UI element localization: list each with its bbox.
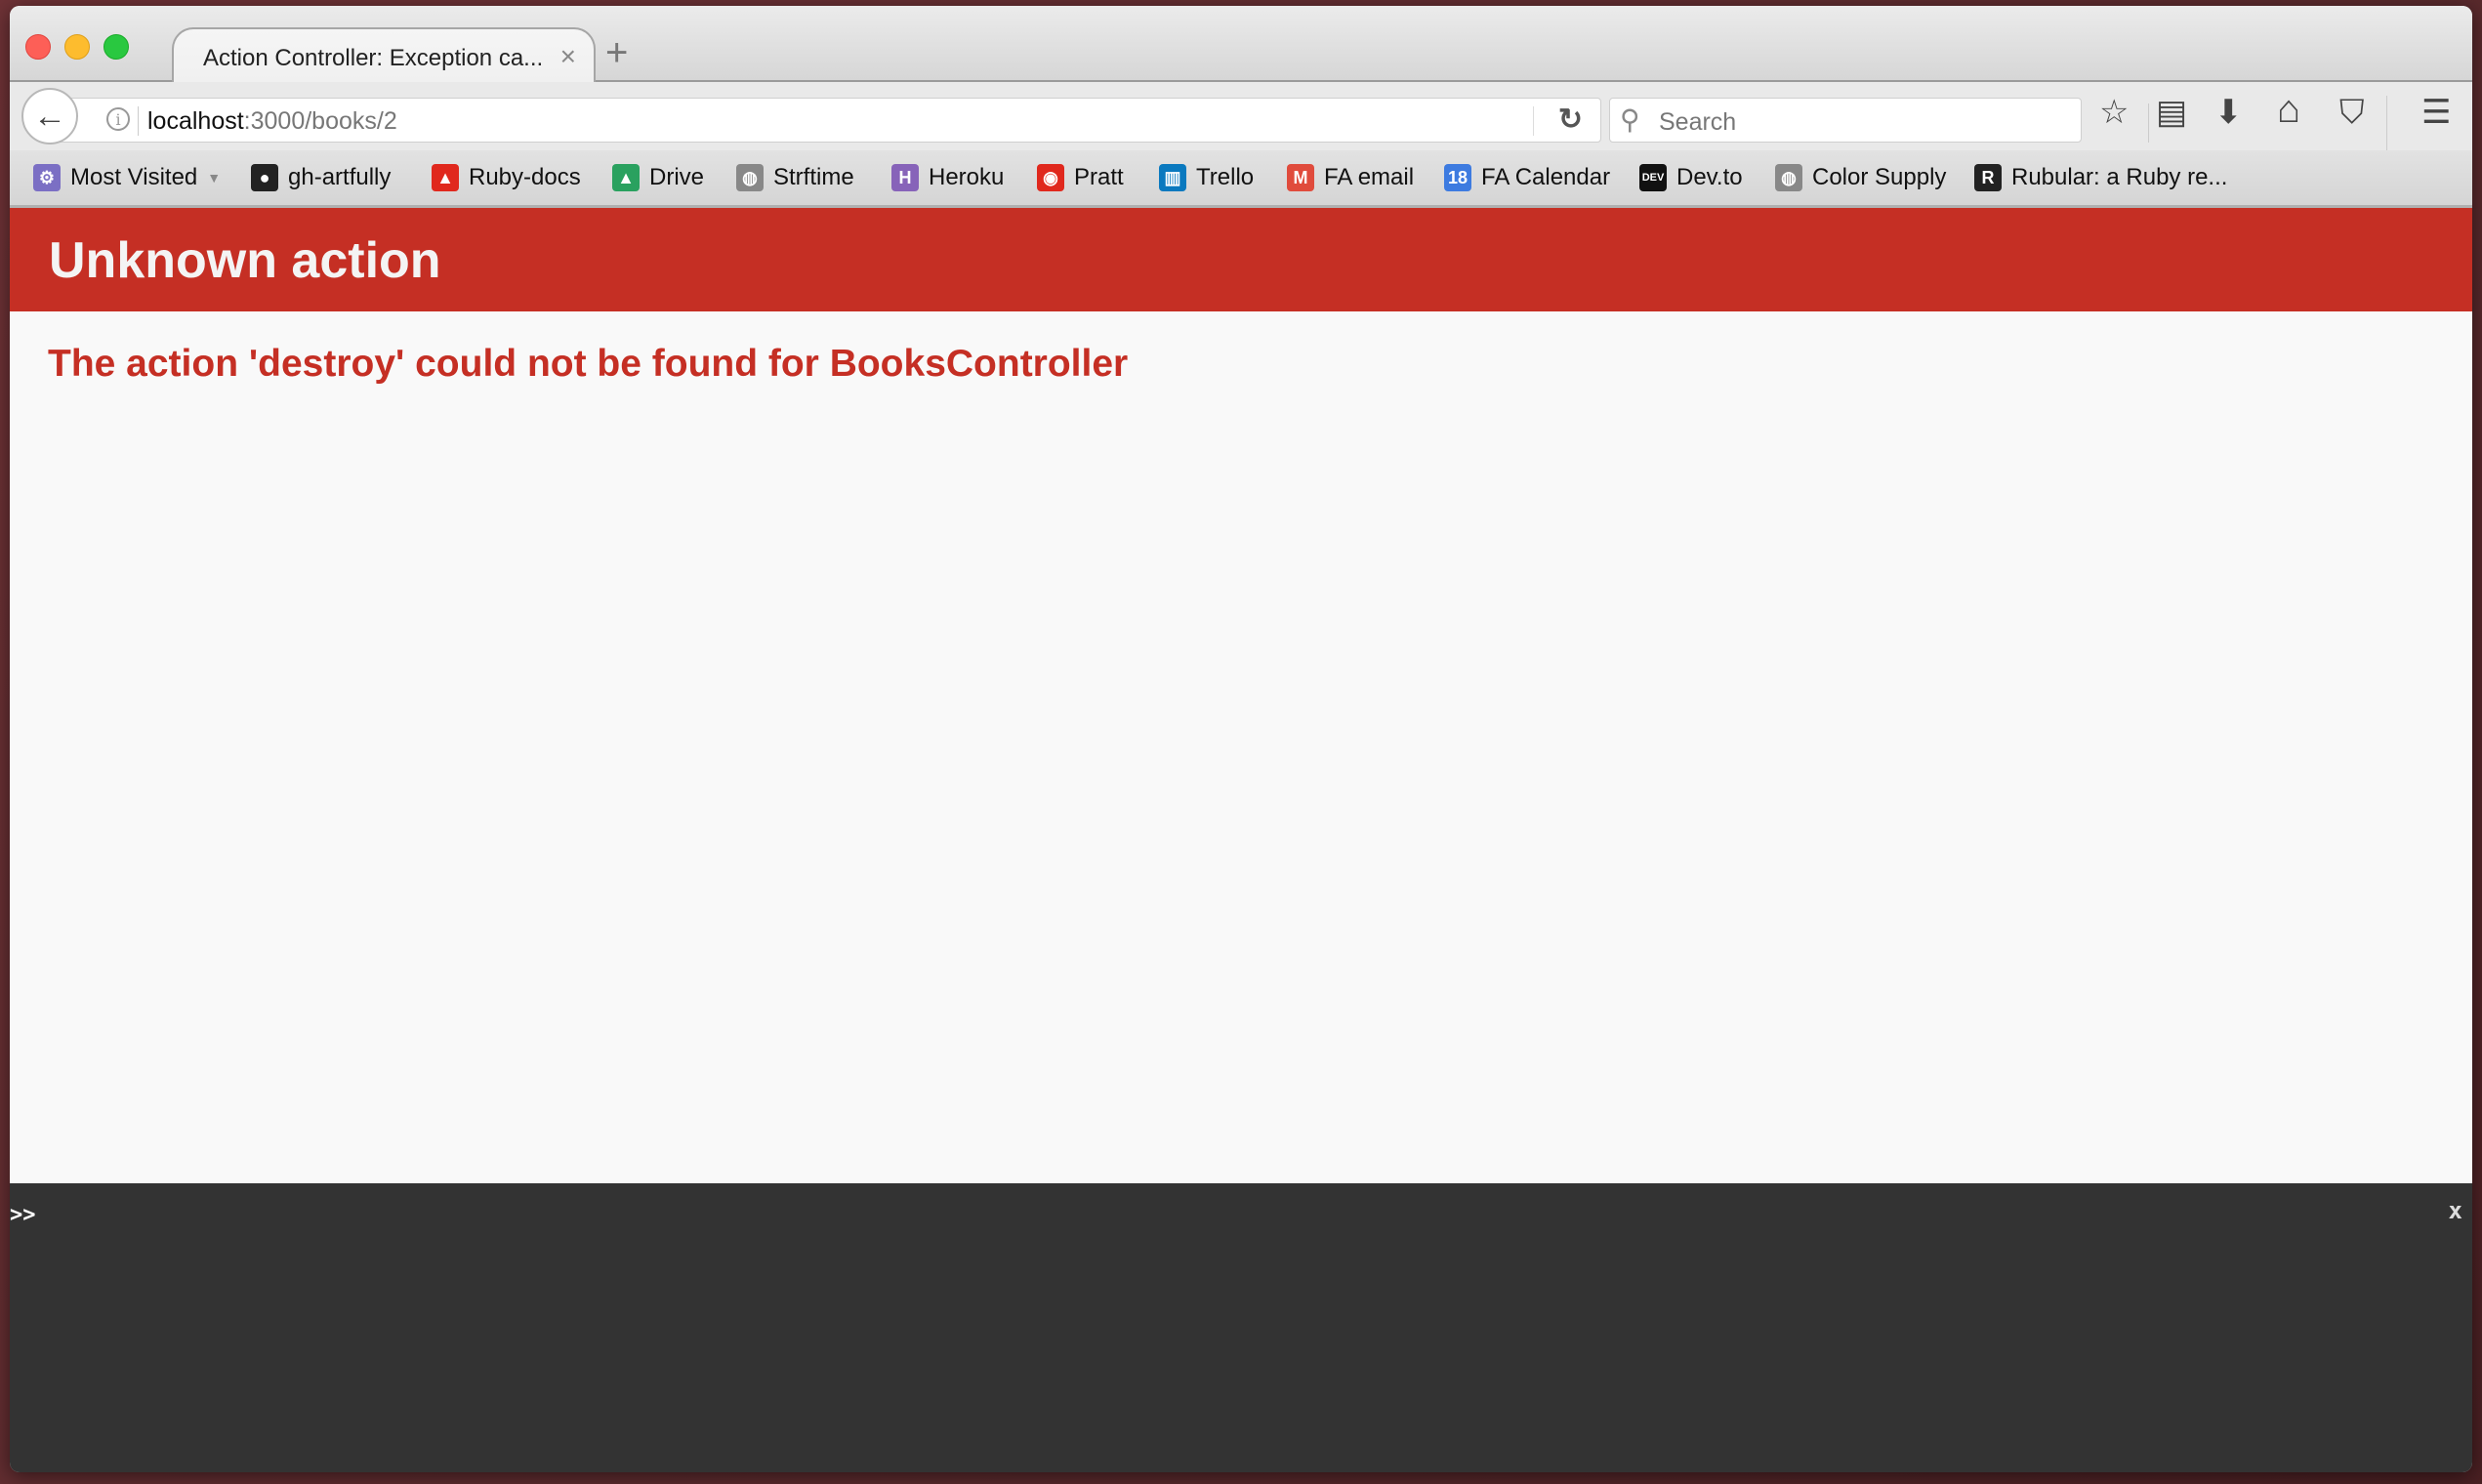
- bookmark-item[interactable]: H Heroku: [891, 164, 1004, 191]
- title-bar: Action Controller: Exception ca... × +: [10, 6, 2472, 84]
- ruby-icon: ▲: [432, 164, 459, 191]
- toolbar-separator: [2386, 96, 2387, 150]
- back-button[interactable]: ←: [21, 88, 78, 144]
- url-path: :3000/books/2: [243, 107, 397, 135]
- bookmarks-list-icon[interactable]: ▤: [2156, 96, 2187, 129]
- bookmark-item[interactable]: ◉ Pratt: [1037, 164, 1124, 191]
- close-window-button[interactable]: [25, 34, 51, 60]
- downloads-icon[interactable]: ⬇: [2214, 96, 2243, 129]
- browser-window: Action Controller: Exception ca... × + i…: [10, 6, 2472, 1472]
- bookmark-label: Strftime: [773, 164, 854, 190]
- bookmark-star-icon[interactable]: ☆: [2099, 96, 2129, 129]
- search-placeholder: Search: [1659, 108, 1737, 136]
- console-close-button[interactable]: x: [2449, 1197, 2462, 1224]
- chevron-down-icon[interactable]: ▼: [207, 170, 221, 186]
- bookmark-label: Color Supply: [1812, 164, 1947, 190]
- bookmark-item[interactable]: 18 FA Calendar: [1444, 164, 1610, 191]
- web-console: >> x: [10, 1183, 2472, 1472]
- bookmark-label: Pratt: [1074, 164, 1124, 190]
- page-body: The action 'destroy' could not be found …: [10, 311, 2472, 1183]
- tab-active[interactable]: Action Controller: Exception ca... ×: [172, 27, 596, 84]
- bookmark-item[interactable]: M FA email: [1287, 164, 1414, 191]
- error-message: The action 'destroy' could not be found …: [48, 343, 1129, 385]
- calendar-icon: 18: [1444, 164, 1471, 191]
- bookmarks-toolbar: ⚙ Most Visited ▼ ● gh-artfully ▲ Ruby-docs ▲ Dri…: [10, 150, 2472, 208]
- bookmark-label: Dev.to: [1676, 164, 1743, 190]
- tab-close-icon[interactable]: ×: [560, 41, 576, 72]
- url-separator: [138, 106, 139, 136]
- bookmark-label: gh-artfully: [288, 164, 392, 190]
- url-bar[interactable]: i localhost:3000/books/2 ↻: [49, 98, 1601, 143]
- bookmark-item[interactable]: ⚙ Most Visited ▼: [33, 164, 221, 191]
- toolbar-separator: [2148, 103, 2149, 143]
- gmail-icon: M: [1287, 164, 1314, 191]
- bookmark-label: Drive: [649, 164, 705, 190]
- search-bar[interactable]: ⚲ Search: [1609, 98, 2082, 143]
- bookmark-item[interactable]: ◍ Strftime: [736, 164, 854, 191]
- bookmark-item[interactable]: ● gh-artfully: [251, 164, 391, 191]
- devto-icon: DEV: [1639, 164, 1667, 191]
- maximize-window-button[interactable]: [103, 34, 129, 60]
- pratt-icon: ◉: [1037, 164, 1064, 191]
- home-icon[interactable]: ⌂: [2277, 90, 2300, 129]
- error-header: Unknown action: [10, 208, 2472, 311]
- tab-title: Action Controller: Exception ca...: [203, 45, 544, 71]
- pocket-icon[interactable]: ⛉: [2339, 96, 2365, 129]
- github-icon: ●: [251, 164, 278, 191]
- bookmark-label: Heroku: [929, 164, 1005, 190]
- page-title: Unknown action: [49, 232, 441, 289]
- console-prompt: >>: [10, 1203, 36, 1227]
- navigation-bar: i localhost:3000/books/2 ↻ ← ⚲ Search ☆ …: [10, 82, 2472, 150]
- rubular-icon: R: [1974, 164, 2002, 191]
- bookmark-label: Trello: [1196, 164, 1255, 190]
- bookmark-item[interactable]: ▲ Ruby-docs: [432, 164, 581, 191]
- back-arrow-icon: ←: [33, 97, 66, 135]
- menu-icon[interactable]: ☰: [2421, 96, 2451, 129]
- bookmark-item[interactable]: ▥ Trello: [1159, 164, 1254, 191]
- new-tab-button[interactable]: +: [605, 33, 628, 72]
- bookmark-item[interactable]: ▲ Drive: [612, 164, 704, 191]
- bookmark-label: FA email: [1324, 164, 1415, 190]
- bookmark-item[interactable]: ◍ Color Supply: [1775, 164, 1946, 191]
- minimize-window-button[interactable]: [64, 34, 90, 60]
- bookmark-label: Ruby-docs: [469, 164, 581, 190]
- url-host: localhost: [147, 107, 244, 135]
- globe-icon: ◍: [1775, 164, 1802, 191]
- bookmark-item[interactable]: R Rubular: a Ruby re...: [1974, 164, 2227, 191]
- reload-icon[interactable]: ↻: [1558, 103, 1583, 137]
- search-icon: ⚲: [1620, 104, 1640, 135]
- drive-icon: ▲: [612, 164, 640, 191]
- heroku-icon: H: [891, 164, 919, 191]
- bookmark-label: Rubular: a Ruby re...: [2011, 164, 2228, 190]
- reload-separator: [1533, 106, 1534, 136]
- trello-icon: ▥: [1159, 164, 1186, 191]
- bookmark-label: FA Calendar: [1481, 164, 1611, 190]
- console-input[interactable]: [49, 1199, 2396, 1230]
- info-icon[interactable]: i: [106, 107, 130, 131]
- globe-icon: ◍: [736, 164, 764, 191]
- folder-icon: ⚙: [33, 164, 61, 191]
- bookmark-label: Most Visited: [70, 164, 198, 190]
- bookmark-item[interactable]: DEV Dev.to: [1639, 164, 1743, 191]
- url-text[interactable]: localhost:3000/books/2: [147, 107, 397, 136]
